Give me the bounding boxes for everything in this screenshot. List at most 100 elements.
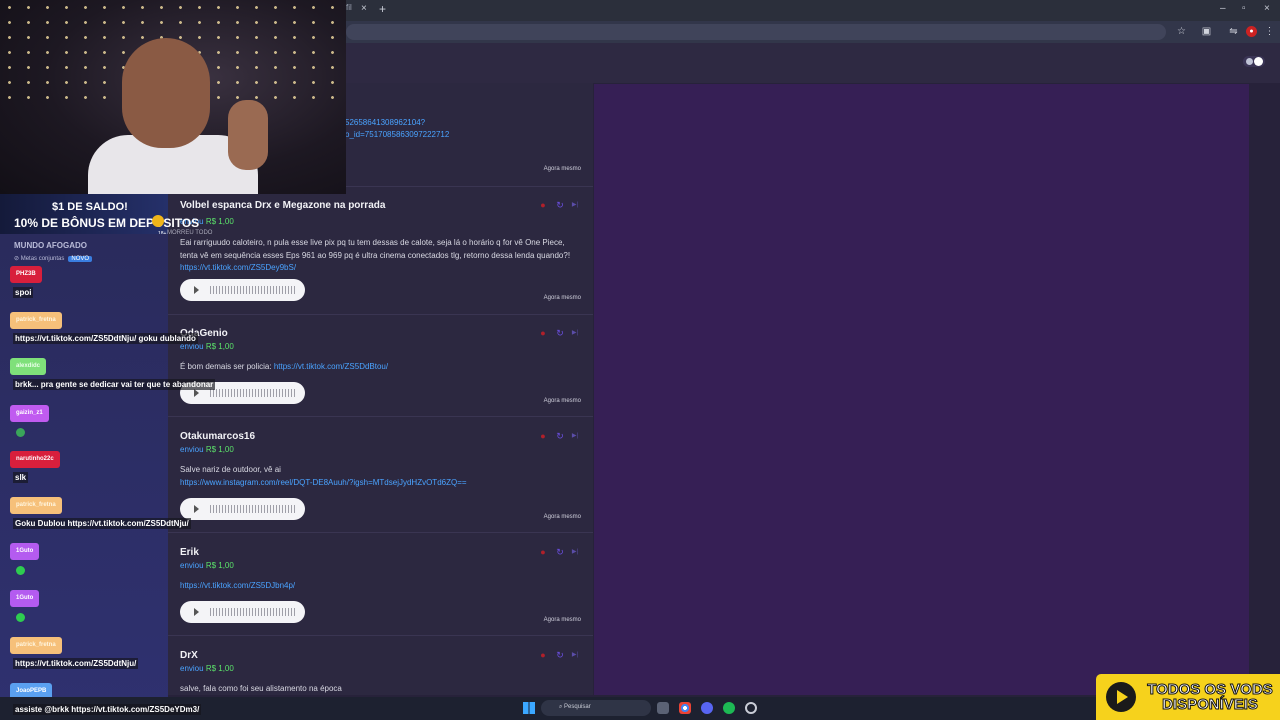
donation-message: É bom demais ser policia: https://vt.tik…	[180, 361, 580, 374]
theme-toggle[interactable]	[1243, 56, 1265, 67]
new-tab-button[interactable]: +	[379, 2, 386, 16]
skip-icon[interactable]: ▶|	[570, 547, 580, 557]
donation-sent: enviou R$ 1,00	[180, 561, 234, 570]
donation-card: Erik enviou R$ 1,00 ● ↻ ▶| https://vt.ti…	[168, 533, 593, 636]
emote-icon	[16, 613, 25, 622]
message-link[interactable]: https://vt.tiktok.com/ZS5Dey9bS/	[180, 263, 296, 272]
card-time: Agora mesmo	[543, 398, 581, 404]
message-text: Salve nariz de outdoor, vê ai	[180, 465, 281, 474]
donation-card: DrX enviou R$ 1,00 ● ↻ ▶| salve, fala co…	[168, 636, 593, 695]
windows-start-icon[interactable]	[523, 702, 535, 714]
vods-line-2: DISPONÍVEIS	[1162, 696, 1259, 713]
window-close-icon[interactable]: ×	[1264, 3, 1270, 14]
donor-name: Otakumarcos16	[180, 431, 256, 442]
chrome-icon[interactable]	[679, 702, 691, 714]
spotify-icon[interactable]	[723, 702, 735, 714]
emote-icon	[16, 566, 25, 575]
chat-message: https://vt.tiktok.com/ZS5DdtNju/ goku du…	[13, 333, 198, 344]
replay-icon[interactable]: ↻	[555, 547, 565, 557]
play-icon[interactable]	[194, 389, 199, 397]
tab-title[interactable]: fil	[346, 3, 352, 12]
donor-name: DrX	[180, 650, 198, 661]
audio-player[interactable]	[180, 498, 305, 520]
donation-amount: R$ 1,00	[205, 445, 234, 454]
donation-card: Volbel espanca Drx e Megazone na porrada…	[168, 187, 593, 315]
card-time: Agora mesmo	[543, 514, 581, 520]
message-link[interactable]: 52658641308962104?	[345, 118, 425, 127]
waveform[interactable]	[210, 389, 296, 397]
message-link[interactable]: https://vt.tiktok.com/ZS5DJbn4p/	[180, 581, 295, 590]
profile-avatar-icon[interactable]: ●	[1246, 26, 1257, 37]
donation-message: salve, fala como foi seu alistamento na …	[180, 683, 580, 695]
message-text: Eai rarriguudo caloteiro, n pula esse li…	[180, 238, 571, 260]
message-link[interactable]: https://www.instagram.com/reel/DQT-DE8Au…	[180, 478, 467, 487]
chat-username: patrick_fretna	[10, 497, 62, 514]
donor-name: Volbel espanca Drx e Megazone na porrada	[180, 200, 386, 211]
skip-icon[interactable]: ▶|	[570, 328, 580, 338]
chat-message: Goku Dublou https://vt.tiktok.com/ZS5Ddt…	[13, 518, 191, 529]
tab-close-icon[interactable]: ×	[361, 3, 367, 14]
card-time: Agora mesmo	[543, 295, 581, 301]
promo-line-1: $1 DE SALDO!	[52, 201, 128, 213]
sent-label: enviou	[180, 664, 204, 673]
skip-icon[interactable]: ▶|	[570, 650, 580, 660]
skip-icon[interactable]: ▶|	[570, 200, 580, 210]
play-icon[interactable]	[194, 505, 199, 513]
audio-player[interactable]	[180, 279, 305, 301]
donation-card: OdaGenio enviou R$ 1,00 ● ↻ ▶| É bom dem…	[168, 315, 593, 417]
play-icon[interactable]	[194, 286, 199, 294]
chat-message: spoi	[13, 287, 34, 298]
skip-icon[interactable]: ▶|	[570, 431, 580, 441]
discord-icon[interactable]	[701, 702, 713, 714]
chat-username: PHZ3B	[10, 266, 42, 283]
donation-amount: R$ 1,00	[205, 561, 234, 570]
message-link[interactable]: https://vt.tiktok.com/ZS5DdBtou/	[274, 362, 388, 371]
delete-icon[interactable]: ●	[538, 328, 548, 338]
donation-sent: enviou R$ 1,00	[180, 664, 234, 673]
streamer-hand	[228, 100, 268, 170]
minimize-icon[interactable]: –	[1220, 3, 1226, 14]
waveform[interactable]	[210, 286, 296, 294]
emote-icon	[16, 428, 25, 437]
delete-icon[interactable]: ●	[538, 200, 548, 210]
replay-icon[interactable]: ↻	[555, 650, 565, 660]
chat-title: MUNDO AFOGADO	[14, 241, 88, 250]
chat-message: brkk... pra gente se dedicar vai ter que…	[13, 379, 216, 390]
delete-icon[interactable]: ●	[538, 431, 548, 441]
browser-menu-icon[interactable]: ⋮	[1264, 26, 1275, 37]
obs-icon[interactable]	[745, 702, 757, 714]
replay-icon[interactable]: ↻	[555, 328, 565, 338]
donation-amount: R$ 1,00	[205, 664, 234, 673]
donation-amount: R$ 1,00	[205, 342, 234, 351]
message-link[interactable]: o_id=7517085863097222712	[345, 130, 449, 139]
message-text: salve, fala como foi seu alistamento na …	[180, 684, 342, 693]
taskbar-search-label: ⌕ Pesquisar	[559, 704, 591, 710]
chat-username: 1Guto	[10, 543, 40, 560]
delete-icon[interactable]: ●	[538, 547, 548, 557]
address-input[interactable]	[346, 24, 1166, 40]
sent-label: enviou	[180, 561, 204, 570]
play-icon[interactable]	[194, 608, 199, 616]
play-logo-icon	[1106, 682, 1136, 712]
task-view-icon[interactable]	[657, 702, 669, 714]
delete-icon[interactable]: ●	[538, 650, 548, 660]
audio-player[interactable]	[180, 601, 305, 623]
extension-icon[interactable]: ⇋	[1228, 26, 1239, 37]
extensions-icon[interactable]: ▣	[1201, 26, 1212, 37]
bookmark-star-icon[interactable]: ☆	[1176, 26, 1187, 37]
chat-message: assiste @brkk https://vt.tiktok.com/ZS5D…	[13, 704, 202, 715]
chat-username: narutinho22c	[10, 451, 60, 468]
taskbar-search[interactable]	[541, 700, 651, 716]
waveform[interactable]	[210, 608, 296, 616]
new-badge: NOVO	[68, 256, 93, 262]
card-time: Agora mesmo	[543, 617, 581, 623]
goals-label: Metas conjuntas	[20, 256, 65, 262]
chat-username: gaizin_z1	[10, 405, 49, 422]
maximize-icon[interactable]: ▫	[1242, 3, 1246, 14]
replay-icon[interactable]: ↻	[555, 431, 565, 441]
streamer-head	[122, 38, 210, 148]
replay-icon[interactable]: ↻	[555, 200, 565, 210]
chat-message: https://vt.tiktok.com/ZS5DdtNju/	[13, 658, 139, 669]
donation-amount: R$ 1,00	[205, 217, 234, 226]
waveform[interactable]	[210, 505, 296, 513]
